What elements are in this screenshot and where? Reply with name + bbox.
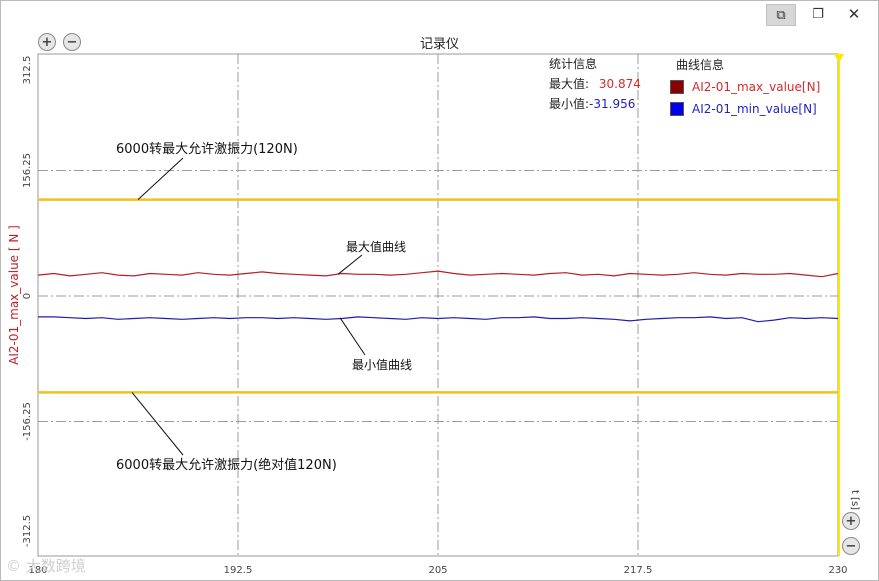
stats-title: 统计信息 <box>549 57 598 71</box>
stats-max-row: 最大值: 30.874 <box>549 74 641 94</box>
stats-panel: 统计信息 最大值: 30.874 最小值:-31.956 <box>549 54 641 114</box>
y-tick-label: 0 <box>22 293 33 299</box>
legend-item-max[interactable]: AI2-01_max_value[N] <box>670 76 820 98</box>
stats-max-value: 30.874 <box>598 77 641 91</box>
stats-min-row: 最小值:-31.956 <box>549 94 641 114</box>
stats-max-label: 最大值: <box>549 77 590 91</box>
y-tick-label: -156.25 <box>22 402 33 441</box>
legend-label-min: AI2-01_min_value[N] <box>692 102 817 116</box>
annotation-leader <box>137 157 184 200</box>
tick-labels: 180 192.5 205 217.5 230312.5156.250-156.25-3… <box>22 56 848 576</box>
time-cursor[interactable] <box>834 54 844 556</box>
x-tick-label: 192.5 <box>224 565 253 576</box>
legend: 曲线信息 AI2-01_max_value[N] AI2-01_min_valu… <box>670 54 820 120</box>
legend-swatch-min <box>670 102 684 116</box>
x-tick-label: 217.5 <box>624 565 653 576</box>
x-axis-label: t [s] <box>849 490 860 510</box>
y-tick-label: 312.5 <box>22 56 33 85</box>
legend-item-min[interactable]: AI2-01_min_value[N] <box>670 98 820 120</box>
y-tick-label: 156.25 <box>22 153 33 188</box>
annotation-leader <box>339 317 366 356</box>
stats-min-label: 最小值: <box>549 97 590 111</box>
limit-label: 6000转最大允许激振力(120N) <box>116 141 298 157</box>
zoom-out-icon[interactable]: − <box>842 537 860 555</box>
y-axis-label: AI2-01_max_value [ N ] <box>7 225 21 365</box>
annotation-leader <box>337 254 363 275</box>
grid <box>37 53 839 557</box>
annotation-leader <box>131 392 184 456</box>
legend-label-max: AI2-01_max_value[N] <box>692 80 821 94</box>
stats-min-value: -31.956 <box>589 97 636 111</box>
time-cursor-handle[interactable] <box>834 54 844 63</box>
legend-title: 曲线信息 <box>676 58 725 72</box>
zoom-in-icon[interactable]: + <box>842 512 860 530</box>
annotations: 6000转最大允许激振力(120N) 6000转最大允许激振力(绝对值120N) 最… <box>116 141 412 473</box>
watermark: © 大数跨境 <box>6 557 86 575</box>
x-tick-label: 230 <box>828 565 847 576</box>
legend-swatch-max <box>670 80 684 94</box>
curve-annotation: 最大值曲线 <box>346 239 406 254</box>
y-tick-label: -312.5 <box>22 515 33 547</box>
curve-annotation: 最小值曲线 <box>352 357 412 372</box>
limit-label: 6000转最大允许激振力(绝对值120N) <box>116 457 337 473</box>
x-tick-label: 205 <box>428 565 447 576</box>
